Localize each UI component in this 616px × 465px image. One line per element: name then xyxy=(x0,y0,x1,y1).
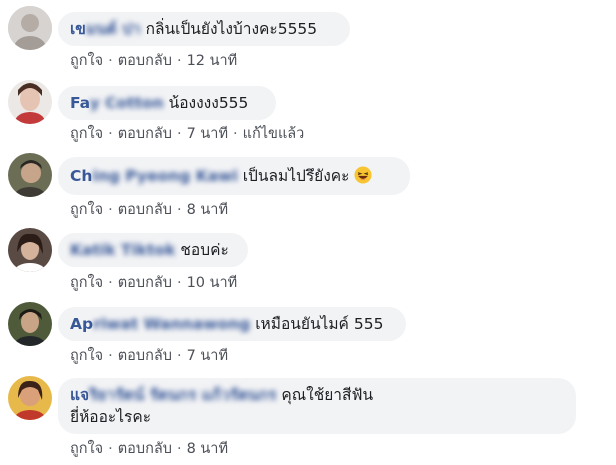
comment-actions: ถูกใจ · ตอบกลับ · 7 นาที xyxy=(70,344,228,367)
timestamp-link[interactable]: 10 นาที xyxy=(187,275,238,291)
timestamp-link[interactable]: 8 นาที xyxy=(187,441,228,457)
reply-link[interactable]: ตอบกลับ xyxy=(118,441,172,457)
separator-dot: · xyxy=(176,202,182,218)
like-link[interactable]: ถูกใจ xyxy=(70,441,103,457)
avatar-image xyxy=(8,6,52,50)
avatar-image xyxy=(8,153,52,197)
commenter-name-blurred[interactable]: Katik Tiktok xyxy=(70,241,175,259)
laughing-emoji-icon xyxy=(354,166,373,184)
avatar[interactable] xyxy=(8,228,52,272)
separator-dot: · xyxy=(176,275,182,291)
comment-actions: ถูกใจ · ตอบกลับ · 8 นาที xyxy=(70,437,228,460)
avatar[interactable] xyxy=(8,302,52,346)
separator-dot: · xyxy=(176,348,182,364)
comment-actions: ถูกใจ · ตอบกลับ · 12 นาที xyxy=(70,49,237,72)
comment-actions: ถูกใจ · ตอบกลับ · 8 นาที xyxy=(70,198,228,221)
avatar-image xyxy=(8,302,52,346)
comment-text-line-2: ยี่ห้ออะไรคะ xyxy=(70,408,152,426)
comment-text: คุณใช้ยาสีฟัน xyxy=(281,386,374,404)
separator-dot: · xyxy=(108,202,113,218)
separator-dot: · xyxy=(176,126,182,142)
avatar-image xyxy=(8,80,52,124)
like-link[interactable]: ถูกใจ xyxy=(70,348,103,364)
edited-link[interactable]: แก้ไขแล้ว xyxy=(243,126,305,142)
like-link[interactable]: ถูกใจ xyxy=(70,126,103,142)
commenter-name[interactable]: Fa xyxy=(70,94,90,112)
avatar[interactable] xyxy=(8,376,52,420)
reply-link[interactable]: ตอบกลับ xyxy=(118,53,172,69)
commenter-name-blurred[interactable]: riwat Wannawong xyxy=(93,315,250,333)
separator-dot: · xyxy=(108,53,113,69)
avatar-image xyxy=(8,228,52,272)
comment-bubble: เขมนต์ ปา กลิ่นเป็นยังไงบ้างคะ5555 xyxy=(58,12,350,46)
reply-link[interactable]: ตอบกลับ xyxy=(118,348,172,364)
comment-bubble: แจริยารัตน์ รัตนกร แก้วรัตนกร คุณใช้ยาสี… xyxy=(58,378,576,434)
comment-text: ชอบค่ะ xyxy=(180,241,229,259)
avatar[interactable] xyxy=(8,153,52,197)
commenter-name-blurred[interactable]: มนต์ ปา xyxy=(86,20,141,38)
commenter-name-blurred[interactable]: ing Pyeong Kawi xyxy=(92,167,237,185)
comment-text: เป็นลมไปรึยังคะ xyxy=(242,167,350,185)
separator-dot: · xyxy=(176,441,182,457)
commenter-name[interactable]: Ch xyxy=(70,167,92,185)
like-link[interactable]: ถูกใจ xyxy=(70,275,103,291)
comment-bubble: Katik Tiktok ชอบค่ะ xyxy=(58,233,248,267)
separator-dot: · xyxy=(108,275,113,291)
commenter-name-blurred[interactable]: y Cotton xyxy=(90,94,164,112)
like-link[interactable]: ถูกใจ xyxy=(70,202,103,218)
avatar-image xyxy=(8,376,52,420)
comment-text: เหมือนยันไมค์ 555 xyxy=(255,315,384,333)
avatar[interactable] xyxy=(8,80,52,124)
separator-dot: · xyxy=(108,126,113,142)
comment-actions: ถูกใจ · ตอบกลับ · 7 นาที · แก้ไขแล้ว xyxy=(70,122,304,145)
comment-actions: ถูกใจ · ตอบกลับ · 10 นาที xyxy=(70,271,237,294)
commenter-name-blurred[interactable]: ริยารัตน์ รัตนกร แก้วรัตนกร xyxy=(89,386,276,404)
separator-dot: · xyxy=(176,53,182,69)
comment-text: น้องงงง555 xyxy=(168,94,249,112)
reply-link[interactable]: ตอบกลับ xyxy=(118,126,172,142)
timestamp-link[interactable]: 7 นาที xyxy=(187,348,228,364)
comment-text: กลิ่นเป็นยังไงบ้างคะ5555 xyxy=(145,20,318,38)
commenter-name[interactable]: เข xyxy=(70,20,86,38)
comment-line-1: แจริยารัตน์ รัตนกร แก้วรัตนกร คุณใช้ยาสี… xyxy=(70,384,564,406)
reply-link[interactable]: ตอบกลับ xyxy=(118,202,172,218)
like-link[interactable]: ถูกใจ xyxy=(70,53,103,69)
comment-bubble: Apriwat Wannawong เหมือนยันไมค์ 555 xyxy=(58,307,406,341)
comment-bubble: Ching Pyeong Kawi เป็นลมไปรึยังคะ xyxy=(58,157,410,195)
separator-dot: · xyxy=(108,441,113,457)
commenter-name[interactable]: Ap xyxy=(70,315,93,333)
reply-link[interactable]: ตอบกลับ xyxy=(118,275,172,291)
commenter-name[interactable]: แจ xyxy=(70,386,89,404)
separator-dot: · xyxy=(108,348,113,364)
timestamp-link[interactable]: 8 นาที xyxy=(187,202,228,218)
timestamp-link[interactable]: 12 นาที xyxy=(187,53,238,69)
avatar[interactable] xyxy=(8,6,52,50)
separator-dot: · xyxy=(233,126,238,142)
timestamp-link[interactable]: 7 นาที xyxy=(187,126,228,142)
comment-bubble: Fay Cotton น้องงงง555 xyxy=(58,86,276,120)
